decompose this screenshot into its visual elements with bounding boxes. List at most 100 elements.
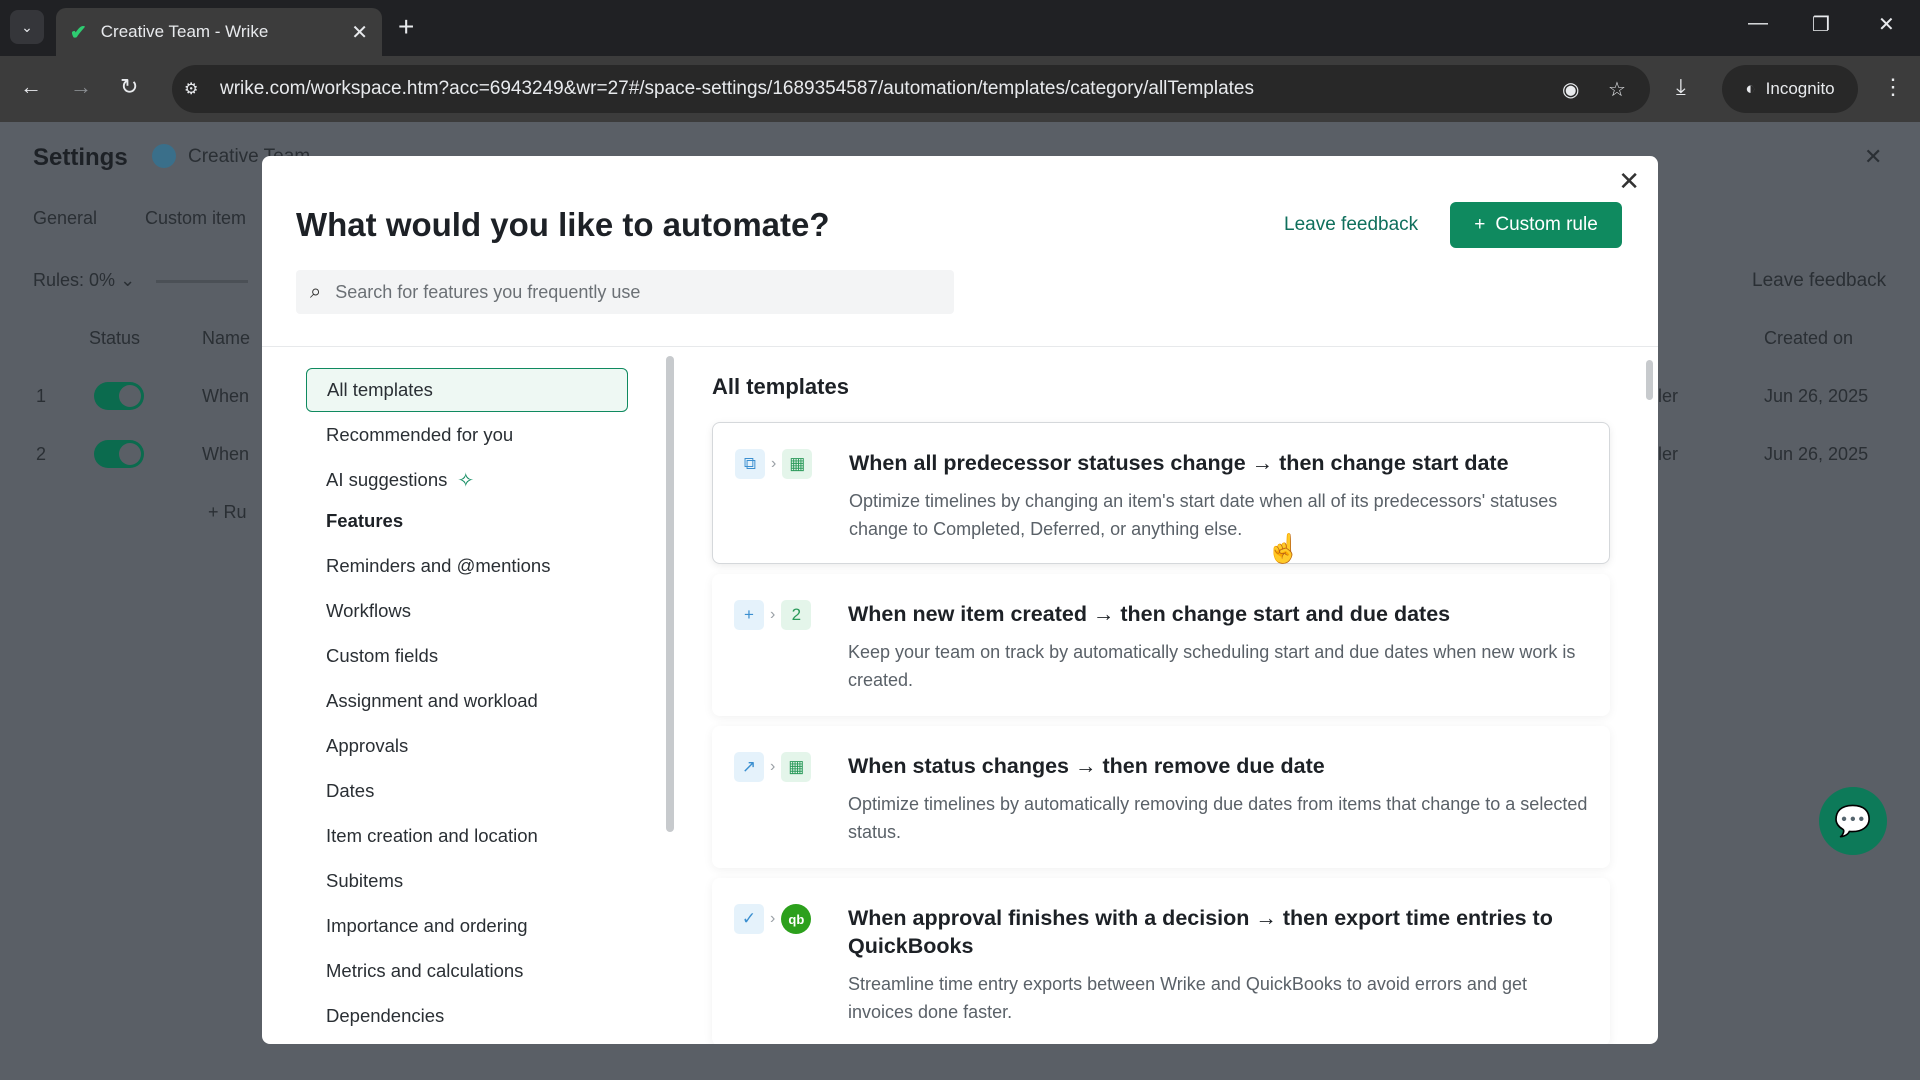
sidebar-item-reminders[interactable]: Reminders and @mentions [306, 544, 628, 588]
rule-name[interactable]: When [202, 444, 249, 465]
template-description: Keep your team on track by automatically… [848, 642, 1576, 690]
calendar-icon: ▦ [781, 752, 812, 782]
sidebar-item-ai-suggestions[interactable]: AI suggestions ✧ [306, 458, 628, 502]
new-tab-plus-icon[interactable]: + [398, 12, 414, 42]
leave-feedback-link[interactable]: Leave feedback [1752, 270, 1886, 292]
bookmark-star-icon[interactable]: ☆ [1608, 77, 1626, 102]
sidebar-item-item-creation[interactable]: Item creation and location [306, 814, 628, 858]
leave-feedback-link[interactable]: Leave feedback [1284, 214, 1418, 236]
template-icons: ✓ › qb [734, 904, 812, 934]
chevron-right-icon: › [770, 910, 776, 927]
sparkle-icon: ✧ [457, 469, 475, 492]
template-title: When new item created → then change star… [848, 602, 1451, 626]
settings-close-icon[interactable]: ✕ [1864, 144, 1882, 170]
restore-icon[interactable]: ❐ [1812, 12, 1830, 37]
sidebar-item-label: Custom fields [326, 645, 439, 666]
search-input[interactable] [335, 281, 936, 303]
header-divider [262, 346, 1658, 347]
features-heading: Features [326, 510, 404, 531]
sidebar-item-subitems[interactable]: Subitems [306, 859, 628, 903]
browser-toolbar: ← → ↻ ⚙ wrike.com/workspace.htm?acc=6943… [0, 56, 1920, 122]
sidebar-item-label: Reminders and @mentions [326, 555, 551, 576]
templates-section-title: All templates [712, 374, 849, 399]
tab-general[interactable]: General [33, 208, 97, 229]
automation-template-modal: ✕ What would you like to automate? Leave… [262, 156, 1658, 1044]
rules-progress-bar [156, 280, 248, 283]
custom-rule-button[interactable]: + Custom rule [1450, 202, 1622, 248]
custom-rule-label: Custom rule [1495, 214, 1598, 235]
plus-icon: + [734, 600, 764, 630]
templates-scrollbar[interactable] [1646, 360, 1653, 400]
incognito-badge[interactable]: ◐ Incognito [1722, 65, 1858, 113]
space-icon [152, 144, 176, 168]
template-icons: + › 2 [734, 600, 812, 630]
rules-filter[interactable]: Rules: 0% ⌄ [33, 270, 135, 291]
sidebar-item-label: Workflows [326, 600, 411, 621]
template-card[interactable]: ↗ › ▦ When status changes → then remove … [712, 726, 1610, 868]
tab-custom-item[interactable]: Custom item [145, 208, 246, 229]
template-card[interactable]: ✓ › qb When approval finishes with a dec… [712, 878, 1610, 1044]
sidebar-item-dates[interactable]: Dates [306, 769, 628, 813]
sidebar-item-label: Item creation and location [326, 825, 538, 846]
sidebar-item-label: Approvals [326, 735, 409, 756]
sidebar-item-importance[interactable]: Importance and ordering [306, 904, 628, 948]
browser-tab[interactable]: ✔ Creative Team - Wrike ✕ [56, 8, 382, 56]
download-icon[interactable]: ⤓ [1676, 74, 1686, 100]
column-name: Name [202, 328, 251, 348]
rule-status-toggle[interactable] [94, 440, 144, 468]
template-title: When approval finishes with a decision →… [848, 906, 1553, 958]
back-arrow-icon[interactable]: ← [20, 74, 42, 100]
row-number: 2 [36, 444, 47, 464]
rules-label: Rules: 0% [33, 270, 116, 290]
browser-tabbar: ⌄ ✔ Creative Team - Wrike ✕ + — ❐ ✕ [0, 0, 1920, 56]
rule-owner: ler [1658, 444, 1679, 464]
sidebar-item-label: Metrics and calculations [326, 960, 524, 981]
rule-status-toggle[interactable] [94, 382, 144, 410]
template-card[interactable]: + › 2 When new item created → then chang… [712, 574, 1610, 716]
sidebar-item-label: Importance and ordering [326, 915, 528, 936]
rule-created-date: Jun 26, 2025 [1764, 444, 1869, 464]
template-card[interactable]: ⧉ › ▦ When all predecessor statuses chan… [712, 422, 1610, 564]
browser-menu-icon[interactable]: ⋮ [1882, 74, 1904, 100]
eye-off-icon[interactable]: ◉ [1562, 77, 1579, 102]
template-title: When status changes → then remove due da… [848, 754, 1325, 778]
tab-list-chevron-icon[interactable]: ⌄ [10, 10, 44, 44]
site-info-icon[interactable]: ⚙ [184, 79, 220, 99]
chevron-down-icon: ⌄ [120, 270, 136, 290]
sidebar-item-label: Subitems [326, 870, 404, 891]
dependency-icon: ⧉ [735, 449, 765, 479]
sidebar-item-all-templates[interactable]: All templates [306, 368, 628, 412]
wrike-check-icon: ✔ [70, 21, 87, 44]
url-text: wrike.com/workspace.htm?acc=6943249&wr=2… [220, 78, 1254, 99]
modal-title: What would you like to automate? [296, 206, 830, 243]
sidebar-item-label: AI suggestions [326, 469, 448, 490]
sidebar-scrollbar[interactable] [666, 356, 674, 832]
calendar-icon: ▦ [782, 449, 813, 479]
modal-close-icon[interactable]: ✕ [1618, 166, 1640, 197]
template-icons: ⧉ › ▦ [735, 449, 813, 479]
sidebar-item-recommended[interactable]: Recommended for you [306, 413, 628, 457]
sidebar-item-metrics[interactable]: Metrics and calculations [306, 949, 628, 993]
tab-title: Creative Team - Wrike [100, 22, 269, 41]
chat-bubble-icon[interactable]: 💬 [1819, 787, 1887, 855]
reload-icon[interactable]: ↻ [120, 74, 138, 100]
approval-check-icon: ✓ [734, 904, 764, 934]
incognito-label: Incognito [1765, 79, 1835, 98]
sidebar-item-dependencies[interactable]: Dependencies [306, 994, 628, 1038]
minimize-icon[interactable]: — [1748, 12, 1768, 35]
forward-arrow-icon[interactable]: → [70, 74, 92, 100]
template-title: When all predecessor statuses change → t… [849, 451, 1509, 475]
tab-close-icon[interactable]: ✕ [351, 20, 368, 45]
sidebar-item-workflows[interactable]: Workflows [306, 589, 628, 633]
template-description: Optimize timelines by changing an item's… [849, 491, 1558, 539]
address-bar[interactable]: ⚙ wrike.com/workspace.htm?acc=6943249&wr… [172, 65, 1650, 113]
rule-name[interactable]: When [202, 386, 249, 407]
sidebar-item-custom-fields[interactable]: Custom fields [306, 634, 628, 678]
sidebar-item-approvals[interactable]: Approvals [306, 724, 628, 768]
chevron-right-icon: › [770, 758, 776, 775]
add-rule-button[interactable]: + Ru [208, 502, 247, 523]
column-status: Status [89, 328, 141, 348]
sidebar-item-assignment[interactable]: Assignment and workload [306, 679, 628, 723]
plus-icon: + [1474, 214, 1486, 235]
window-close-icon[interactable]: ✕ [1878, 12, 1895, 37]
